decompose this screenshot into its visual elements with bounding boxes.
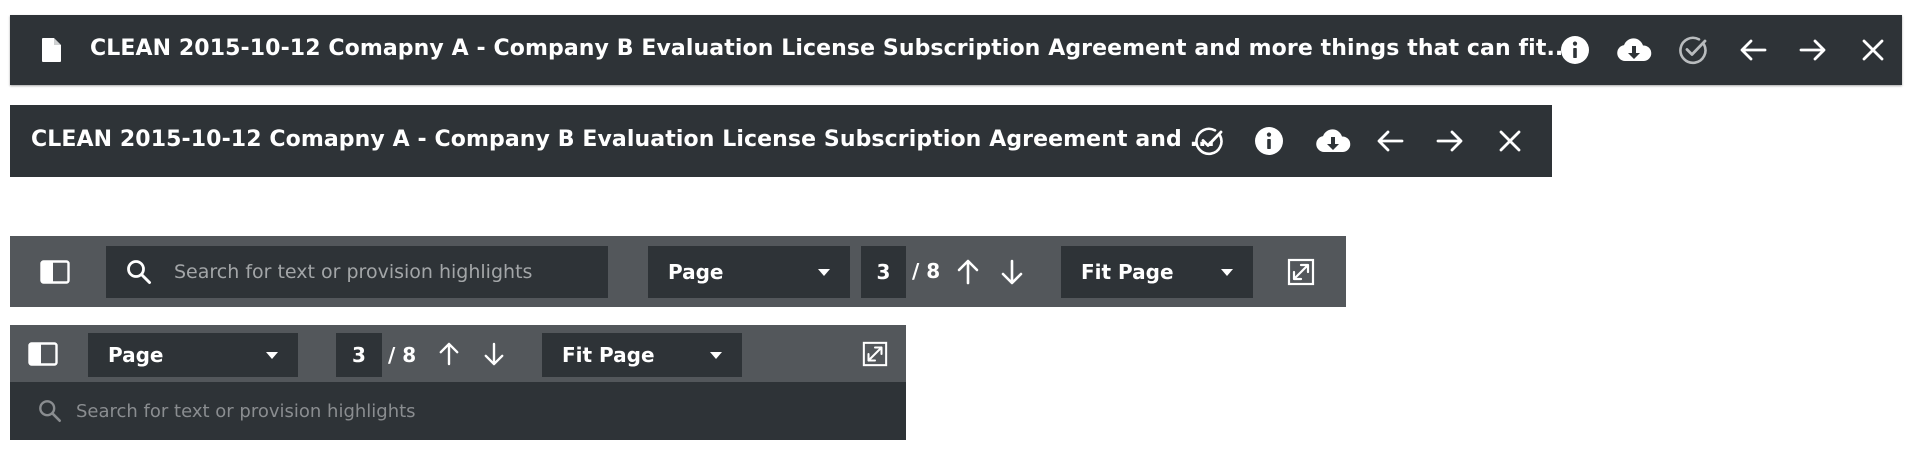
- arrow-right-icon[interactable]: [1793, 30, 1833, 70]
- arrow-left-icon[interactable]: [1733, 30, 1773, 70]
- fullscreen-icon[interactable]: [855, 334, 895, 374]
- chevron-down-icon: [818, 268, 830, 276]
- info-icon[interactable]: [1555, 30, 1595, 70]
- chevron-down-icon: [266, 351, 278, 359]
- zoom-select[interactable]: Fit Page: [1061, 246, 1253, 298]
- view-mode-value: Page: [668, 260, 724, 284]
- chevron-down-icon: [1221, 268, 1233, 276]
- chevron-down-icon: [710, 351, 722, 359]
- arrow-up-icon[interactable]: [948, 252, 988, 292]
- close-icon[interactable]: [1853, 30, 1893, 70]
- document-header-full: CLEAN 2015-10-12 Comapny A - Company B E…: [10, 15, 1902, 85]
- zoom-value: Fit Page: [1081, 260, 1174, 284]
- zoom-value: Fit Page: [562, 343, 655, 367]
- info-icon[interactable]: [1249, 121, 1289, 161]
- document-icon: [32, 30, 72, 70]
- search-input[interactable]: [74, 399, 858, 423]
- viewer-toolbar-compact: Page 3 / 8 Fit Page: [10, 325, 906, 382]
- view-mode-select[interactable]: Page: [88, 333, 298, 377]
- sidebar-toggle-icon[interactable]: [35, 252, 75, 292]
- view-mode-select[interactable]: Page: [648, 246, 850, 298]
- search-input[interactable]: [172, 260, 596, 284]
- document-header-compact: CLEAN 2015-10-12 Comapny A - Company B E…: [10, 105, 1552, 177]
- sidebar-toggle-icon[interactable]: [23, 334, 63, 374]
- download-cloud-icon[interactable]: [1614, 30, 1654, 70]
- search-bar[interactable]: [10, 382, 906, 440]
- download-cloud-icon[interactable]: [1313, 121, 1353, 161]
- document-title: CLEAN 2015-10-12 Comapny A - Company B E…: [31, 127, 1216, 152]
- arrow-down-icon[interactable]: [474, 334, 514, 374]
- page-number-input[interactable]: 3: [861, 246, 906, 298]
- page-total: / 8: [388, 343, 417, 367]
- page-number-input[interactable]: 3: [336, 333, 382, 377]
- arrow-up-icon[interactable]: [429, 334, 469, 374]
- close-icon[interactable]: [1490, 121, 1530, 161]
- search-icon: [126, 259, 152, 285]
- arrow-left-icon[interactable]: [1370, 121, 1410, 161]
- zoom-select[interactable]: Fit Page: [542, 333, 742, 377]
- fullscreen-icon[interactable]: [1281, 252, 1321, 292]
- arrow-down-icon[interactable]: [992, 252, 1032, 292]
- search-box[interactable]: [106, 246, 608, 298]
- document-title: CLEAN 2015-10-12 Comapny A - Company B E…: [90, 36, 1572, 61]
- viewer-toolbar-full: Page 3 / 8 Fit Page: [10, 236, 1346, 307]
- search-icon: [38, 399, 62, 423]
- arrow-right-icon[interactable]: [1430, 121, 1470, 161]
- check-circle-icon[interactable]: [1189, 121, 1229, 161]
- view-mode-value: Page: [108, 343, 164, 367]
- page-total: / 8: [912, 259, 941, 283]
- check-circle-icon[interactable]: [1673, 30, 1713, 70]
